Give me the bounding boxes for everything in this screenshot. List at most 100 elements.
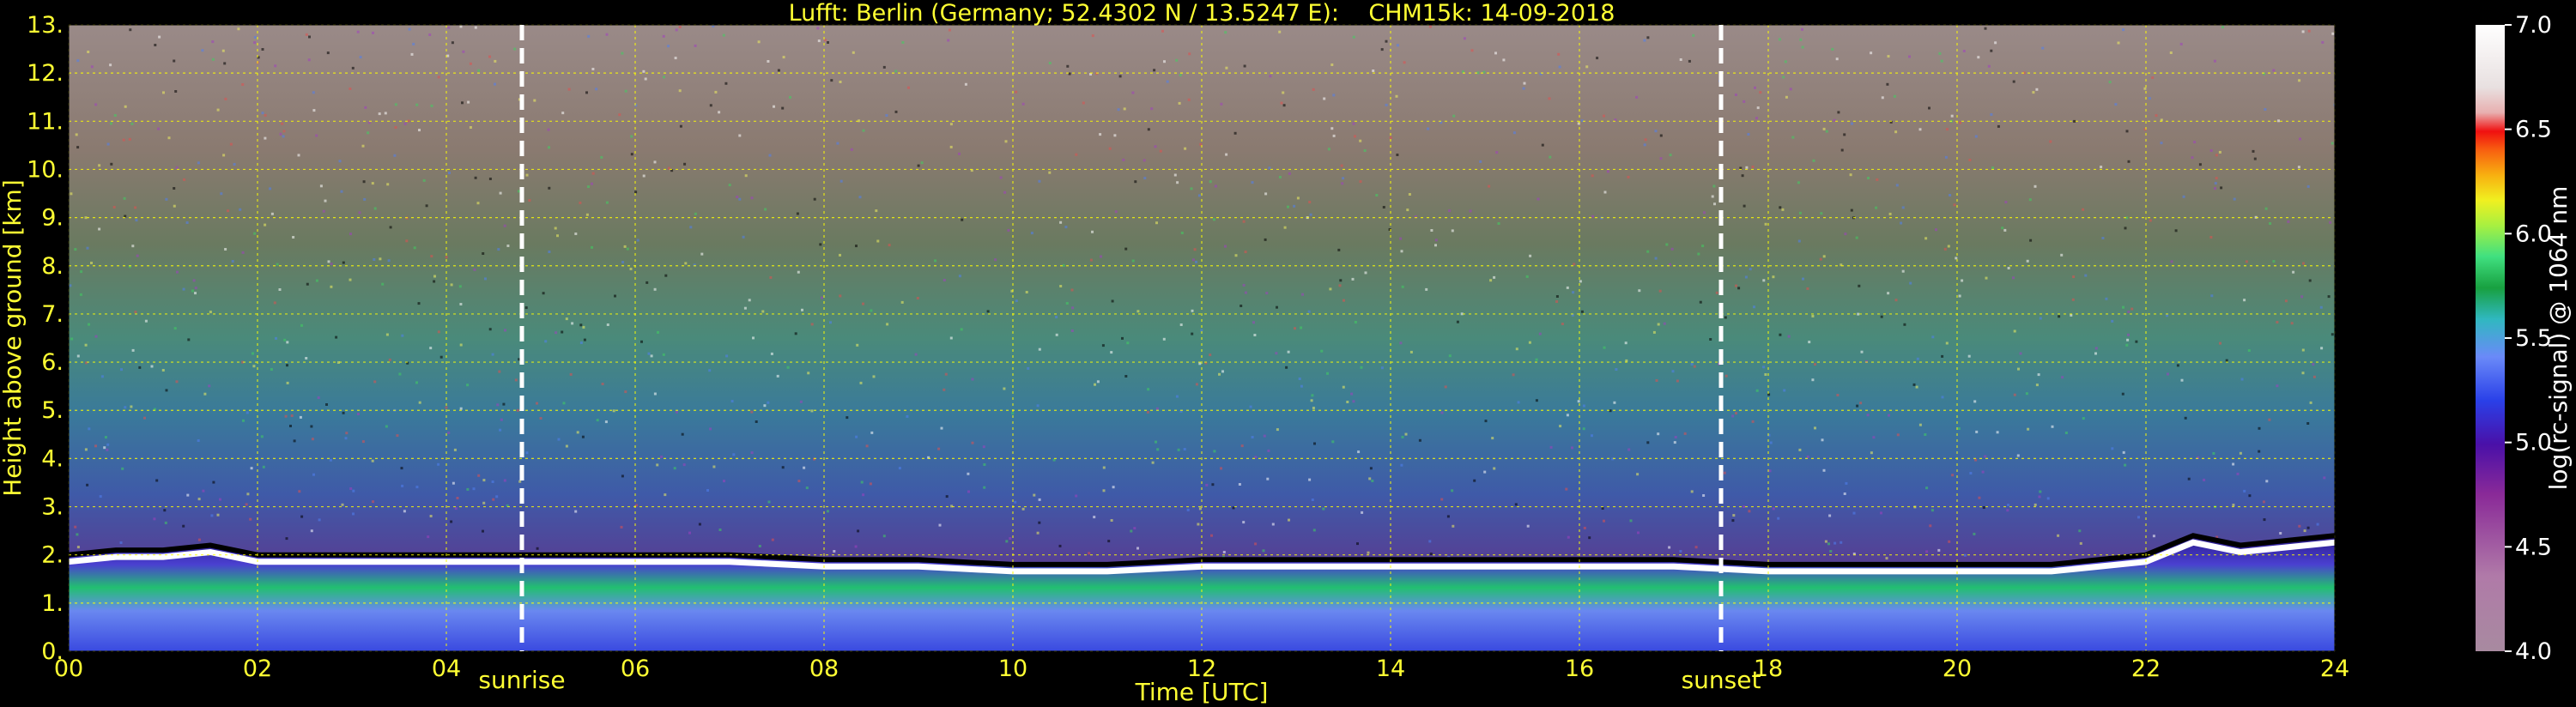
noise-speck	[1751, 166, 1755, 168]
noise-speck	[821, 296, 823, 299]
noise-speck	[626, 247, 629, 251]
noise-speck	[175, 166, 179, 169]
noise-speck	[1825, 130, 1828, 133]
noise-speck	[155, 479, 159, 482]
noise-speck	[565, 317, 568, 321]
noise-speck	[1308, 478, 1312, 481]
noise-speck	[1300, 384, 1303, 388]
noise-speck	[282, 130, 286, 133]
noise-speck	[281, 122, 284, 125]
noise-speck	[2279, 532, 2282, 535]
noise-speck	[801, 308, 803, 311]
noise-speck	[260, 435, 264, 438]
noise-speck	[384, 112, 387, 115]
noise-speck	[2034, 503, 2037, 506]
noise-speck	[1522, 87, 1525, 90]
noise-speck	[1307, 310, 1311, 313]
noise-speck	[1945, 341, 1949, 345]
noise-speck	[2198, 163, 2202, 166]
noise-speck	[496, 403, 500, 407]
noise-speck	[1860, 350, 1864, 354]
noise-speck	[1122, 158, 1125, 161]
noise-speck	[459, 25, 463, 28]
noise-speck	[1401, 435, 1404, 438]
noise-speck	[630, 153, 633, 156]
noise-speck	[1338, 284, 1342, 287]
noise-speck	[682, 463, 686, 467]
noise-speck	[1399, 237, 1403, 240]
noise-speck	[437, 462, 440, 466]
noise-speck	[231, 260, 234, 263]
noise-speck	[1857, 312, 1860, 316]
noise-speck	[1967, 354, 1971, 358]
noise-speck	[2264, 207, 2268, 210]
noise-speck	[914, 353, 918, 356]
noise-speck	[1434, 244, 1437, 247]
noise-speck	[943, 279, 946, 281]
noise-speck	[1694, 546, 1698, 549]
noise-speck	[1735, 284, 1737, 287]
noise-speck	[2094, 347, 2098, 350]
noise-speck	[2214, 182, 2217, 185]
noise-speck	[433, 280, 436, 283]
noise-speck	[1147, 388, 1150, 391]
noise-speck	[1565, 487, 1568, 491]
noise-speck	[400, 467, 403, 470]
noise-speck	[327, 260, 330, 263]
noise-speck	[1886, 82, 1889, 86]
noise-speck	[653, 287, 657, 291]
noise-speck	[2108, 81, 2112, 84]
noise-speck	[138, 366, 142, 369]
noise-speck	[76, 546, 80, 549]
noise-speck	[2184, 416, 2187, 420]
noise-speck	[1007, 228, 1010, 232]
noise-speck	[1844, 233, 1847, 236]
noise-speck	[1949, 194, 1952, 196]
noise-speck	[176, 270, 179, 274]
noise-speck	[2327, 295, 2331, 299]
noise-speck	[1876, 178, 1879, 181]
noise-speck	[1296, 196, 1300, 200]
noise-speck	[1444, 385, 1447, 389]
noise-speck	[1107, 540, 1111, 543]
noise-speck	[1451, 489, 1454, 492]
noise-speck	[1751, 420, 1755, 423]
noise-speck	[1968, 159, 1972, 161]
noise-speck	[2148, 97, 2151, 100]
noise-speck	[781, 466, 785, 469]
noise-speck	[850, 148, 853, 151]
noise-speck	[349, 278, 352, 281]
noise-speck	[629, 268, 633, 270]
noise-speck	[1701, 245, 1705, 248]
noise-speck	[1781, 208, 1785, 211]
noise-speck	[1176, 181, 1179, 184]
noise-speck	[371, 182, 374, 185]
noise-speck	[1479, 160, 1482, 163]
noise-speck	[684, 262, 688, 265]
noise-speck	[1734, 94, 1737, 96]
noise-speck	[94, 103, 98, 106]
noise-speck	[389, 226, 392, 229]
noise-speck	[224, 248, 227, 251]
noise-speck	[90, 262, 93, 264]
noise-speck	[1591, 434, 1593, 438]
noise-speck	[1015, 90, 1018, 94]
noise-speck	[1887, 55, 1890, 58]
noise-speck	[1343, 299, 1345, 302]
noise-speck	[2312, 363, 2315, 366]
noise-speck	[1326, 372, 1329, 375]
noise-speck	[1075, 153, 1078, 156]
noise-speck	[461, 101, 464, 105]
noise-speck	[278, 288, 282, 291]
noise-speck	[1070, 288, 1074, 292]
noise-speck	[1351, 277, 1355, 281]
noise-speck	[1147, 128, 1150, 131]
noise-speck	[1367, 551, 1370, 554]
noise-speck	[2299, 137, 2301, 141]
noise-speck	[2152, 535, 2155, 538]
noise-speck	[1354, 135, 1356, 138]
noise-speck	[1755, 389, 1759, 392]
x-tick-label: 20	[1943, 656, 1972, 682]
noise-speck	[724, 82, 728, 85]
noise-speck	[1341, 182, 1344, 185]
